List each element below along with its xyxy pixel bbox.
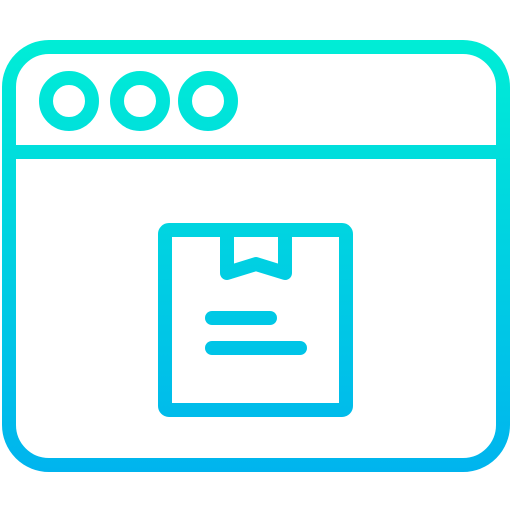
titlebar-dot-1 <box>39 71 99 131</box>
web-package-icon <box>2 40 510 472</box>
titlebar-dot-3 <box>178 71 238 131</box>
titlebar-dot-2 <box>110 71 170 131</box>
package-ribbon <box>220 226 292 280</box>
web-package-illustration <box>0 0 512 512</box>
